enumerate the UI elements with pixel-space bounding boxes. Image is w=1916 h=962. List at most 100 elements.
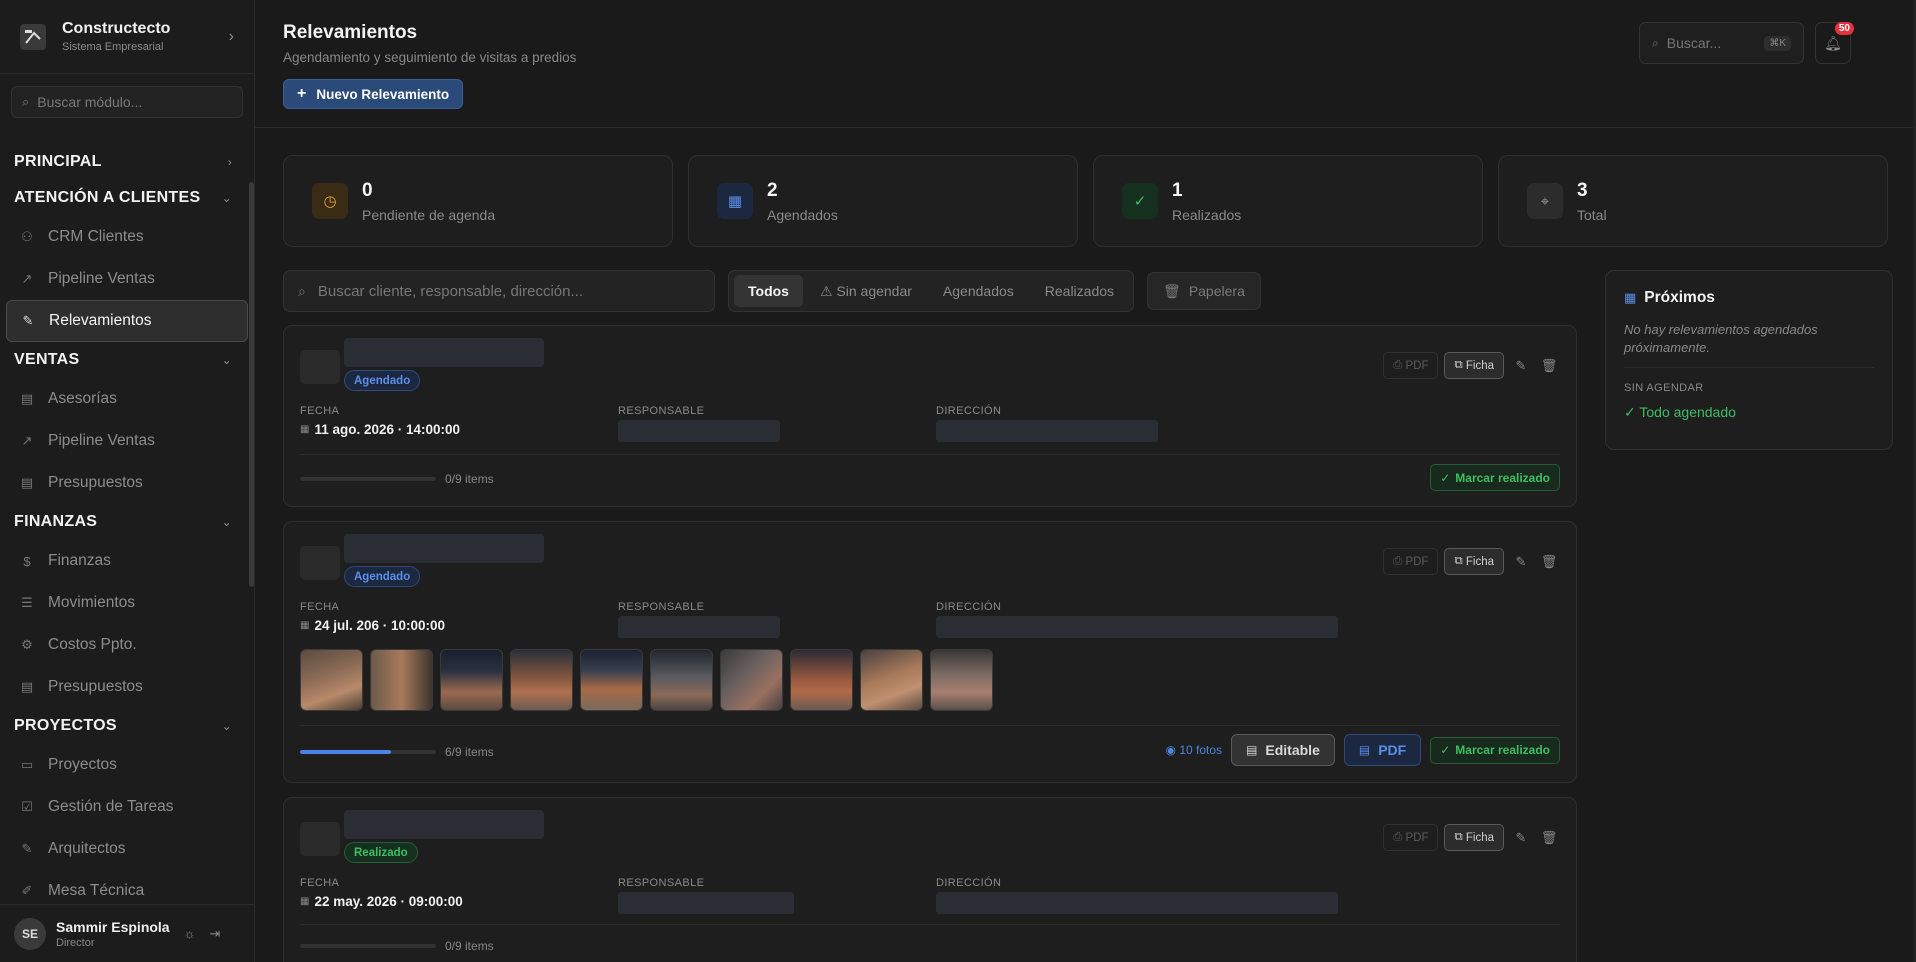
sidebar-item-presupuestos[interactable]: ▤ Presupuestos [6, 462, 248, 504]
card-fields: FECHA ▦ 22 may. 2026 · 09:00:00 RESPONSABL… [300, 877, 1338, 914]
sidebar-item-proyectos[interactable]: ▭ Proyectos [6, 744, 248, 786]
gear-icon: ⚙ [21, 637, 33, 652]
edit-icon[interactable]: ✎ [1510, 830, 1532, 846]
chevron-right-icon[interactable]: › [229, 28, 234, 46]
avatar[interactable]: SE [14, 917, 46, 950]
field-label: RESPONSABLE [618, 601, 705, 613]
global-search-input[interactable]: ⌕ Buscar... ⌘K [1639, 22, 1804, 64]
photo-thumbnail[interactable] [510, 649, 573, 711]
theme-toggle-icon[interactable]: ☼ [184, 926, 196, 941]
divider [300, 924, 1560, 925]
pdf-button[interactable]: ⎙ PDF [1383, 352, 1439, 379]
section-proyectos[interactable]: PROYECTOS ⌄ [0, 708, 254, 744]
ficha-button[interactable]: ⧉ Ficha [1444, 352, 1504, 379]
sidebar-item-presupuestos-2[interactable]: ▤ Presupuestos [6, 666, 248, 708]
section-label: PROYECTOS [14, 717, 117, 734]
photos-count-label: 10 fotos [1179, 743, 1223, 757]
module-search-placeholder: Buscar módulo... [37, 94, 143, 110]
sidebar-item-mesa-tecnica[interactable]: ✐ Mesa Técnica [6, 870, 248, 904]
section-principal[interactable]: PRINCIPAL › [0, 144, 254, 180]
list-search-placeholder: Buscar cliente, responsable, dirección..… [317, 282, 583, 300]
field-label: DIRECCIÓN [936, 601, 1002, 613]
new-relevamiento-button[interactable]: + Nuevo Relevamiento [283, 79, 464, 109]
field-label: DIRECCIÓN [936, 877, 1002, 889]
sidebar-item-pipeline-ventas-2[interactable]: ↗ Pipeline Ventas [6, 420, 248, 462]
trash-icon[interactable]: 🗑︎ [1538, 830, 1560, 846]
chevron-right-icon: › [227, 155, 232, 169]
papelera-button[interactable]: 🗑︎ Papelera [1147, 272, 1261, 310]
photo-thumbnail[interactable] [440, 649, 503, 711]
section-label: PRINCIPAL [14, 153, 102, 170]
sidebar-item-arquitectos[interactable]: ✎ Arquitectos [6, 828, 248, 870]
notifications-button[interactable]: 🔔︎ 50 [1815, 22, 1854, 64]
sidebar: Constructecto Sistema Empresarial › ⌕ Bu… [0, 0, 255, 962]
brand-header[interactable]: Constructecto Sistema Empresarial › [0, 0, 254, 74]
new-relevamiento-label: Nuevo Relevamiento [316, 86, 450, 102]
shortcut-badge: ⌘K [1764, 35, 1791, 51]
section-finanzas[interactable]: FINANZAS ⌄ [0, 504, 254, 540]
brand-logo-icon [20, 23, 46, 50]
field-label: FECHA [300, 601, 340, 613]
section-label: ATENCIÓN A CLIENTES [14, 189, 201, 206]
stat-agendados: ▦ 2 Agendados [688, 155, 1078, 247]
section-label: VENTAS [14, 351, 80, 368]
brand-name: Constructecto [62, 20, 171, 37]
photo-thumbnail[interactable] [790, 649, 853, 711]
sidebar-item-finanzas[interactable]: $ Finanzas [6, 540, 248, 582]
search-icon: ⌕ [22, 94, 30, 109]
sidebar-item-movimientos[interactable]: ☰ Movimientos [6, 582, 248, 624]
pdf-button[interactable]: ⎙ PDF [1383, 548, 1439, 575]
editable-button[interactable]: ▤ Editable [1231, 734, 1335, 766]
progress: 0/9 items [300, 939, 494, 953]
module-search-input[interactable]: ⌕ Buscar módulo... [11, 86, 243, 118]
tab-agendados[interactable]: Agendados [929, 275, 1028, 307]
sidebar-item-costos-ppto[interactable]: ⚙ Costos Ppto. [6, 624, 248, 666]
client-name-redacted [344, 810, 544, 839]
ficha-button[interactable]: ⧉ Ficha [1444, 548, 1504, 575]
pdf-button[interactable]: ⎙ PDF [1383, 824, 1439, 851]
pdf-export-button[interactable]: ▤ PDF [1343, 734, 1422, 766]
logout-icon[interactable]: ⇥ [210, 926, 221, 942]
photo-thumbnail[interactable] [720, 649, 783, 711]
tab-realizados[interactable]: Realizados [1031, 275, 1128, 307]
bell-icon: 🔔︎ [1824, 34, 1842, 51]
photo-thumbnail[interactable] [930, 649, 993, 711]
external-link-icon: ⧉ [1454, 359, 1466, 371]
photo-thumbnail[interactable] [370, 649, 433, 711]
fecha-value: 24 jul. 206 · 10:00:00 [314, 618, 446, 633]
trash-icon[interactable]: 🗑︎ [1538, 554, 1560, 570]
sidebar-item-relevamientos[interactable]: ✎ Relevamientos [6, 300, 248, 342]
trash-icon[interactable]: 🗑︎ [1538, 358, 1560, 374]
photo-thumbnail[interactable] [650, 649, 713, 711]
marcar-realizado-button[interactable]: ✓ Marcar realizado [1430, 736, 1560, 764]
sidebar-item-crm-clientes[interactable]: ⚇ CRM Clientes [6, 216, 248, 258]
relevamientos-list: Agendado ⎙ PDF ⧉ Ficha ✎ 🗑︎ FECHA ▦ 11 ago… [283, 325, 1577, 962]
photo-thumbnail[interactable] [300, 649, 363, 711]
marcar-realizado-button[interactable]: ✓ Marcar realizado [1430, 464, 1560, 491]
file-icon: ▤ [20, 391, 34, 406]
calendar-icon: ▦ [300, 896, 310, 907]
brand-subtitle: Sistema Empresarial [62, 41, 164, 53]
list-search-input[interactable]: ⌕ Buscar cliente, responsable, dirección… [283, 270, 715, 312]
section-atencion-clientes[interactable]: ATENCIÓN A CLIENTES ⌄ [0, 180, 254, 216]
page-header: Relevamientos Agendamiento y seguimiento… [255, 0, 1916, 128]
ficha-button[interactable]: ⧉ Ficha [1444, 824, 1504, 851]
pin-icon: ⌖ [1527, 183, 1563, 219]
ficha-label: Ficha [1465, 831, 1494, 844]
file-icon: ▤ [20, 679, 34, 694]
tab-sin-agendar[interactable]: ⚠ Sin agendar [806, 275, 926, 307]
sidebar-item-asesorias[interactable]: ▤ Asesorías [6, 378, 248, 420]
edit-icon[interactable]: ✎ [1510, 358, 1532, 374]
sidebar-item-pipeline-ventas[interactable]: ↗ Pipeline Ventas [6, 258, 248, 300]
sidebar-scrollbar[interactable] [249, 182, 254, 587]
sidebar-item-gestion-tareas[interactable]: ☑ Gestión de Tareas [6, 786, 248, 828]
tab-todos[interactable]: Todos [734, 275, 803, 307]
photos-count[interactable]: ◉ 10 fotos [1166, 743, 1223, 757]
users-icon: ⚇ [21, 229, 33, 244]
status-badge: Agendado [344, 370, 421, 391]
section-ventas[interactable]: VENTAS ⌄ [0, 342, 254, 378]
photo-thumbnail[interactable] [580, 649, 643, 711]
stat-label: Agendados [767, 206, 838, 223]
photo-thumbnail[interactable] [860, 649, 923, 711]
edit-icon[interactable]: ✎ [1510, 554, 1532, 570]
